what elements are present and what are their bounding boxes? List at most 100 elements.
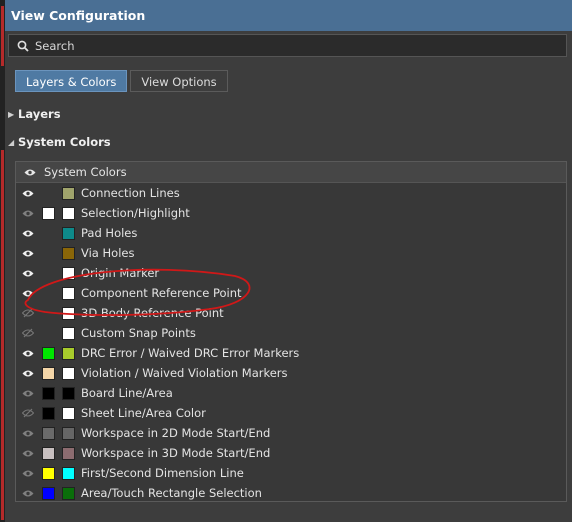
eye-icon[interactable] xyxy=(16,229,40,238)
system-colors-table: System Colors Connection Lines Selection/… xyxy=(15,161,567,502)
left-edge-red-strip xyxy=(1,6,4,66)
panel-footer xyxy=(5,502,572,522)
eye-icon[interactable] xyxy=(16,249,40,258)
color-swatch-secondary[interactable] xyxy=(62,306,75,320)
color-swatch-primary[interactable] xyxy=(42,346,55,360)
table-row[interactable]: Workspace in 3D Mode Start/End xyxy=(16,443,566,463)
row-label: Workspace in 2D Mode Start/End xyxy=(81,426,271,440)
table-row[interactable]: Workspace in 2D Mode Start/End xyxy=(16,423,566,443)
row-label: DRC Error / Waived DRC Error Markers xyxy=(81,346,300,360)
row-label: Connection Lines xyxy=(81,186,180,200)
color-swatch-secondary[interactable] xyxy=(62,206,75,220)
color-swatch-secondary[interactable] xyxy=(62,266,75,280)
section-system-colors-label: System Colors xyxy=(18,135,111,149)
chevron-down-icon: ◢ xyxy=(8,137,15,147)
panel-title: View Configuration xyxy=(11,8,146,23)
color-swatch-primary[interactable] xyxy=(42,206,55,220)
color-swatch-secondary[interactable] xyxy=(62,426,75,440)
color-swatch-secondary[interactable] xyxy=(62,386,75,400)
eye-icon[interactable] xyxy=(16,349,40,358)
eye-icon[interactable] xyxy=(16,449,40,458)
row-label: Component Reference Point xyxy=(81,286,242,300)
row-label: Area/Touch Rectangle Selection xyxy=(81,486,262,500)
table-header-label: System Colors xyxy=(44,165,127,179)
tab-view-options[interactable]: View Options xyxy=(130,70,228,92)
row-label: Selection/Highlight xyxy=(81,206,190,220)
color-swatch-primary[interactable] xyxy=(42,446,55,460)
color-swatch-primary xyxy=(42,247,55,260)
row-label: Origin Marker xyxy=(81,266,160,280)
eye-icon[interactable] xyxy=(16,168,44,177)
table-row[interactable]: DRC Error / Waived DRC Error Markers xyxy=(16,343,566,363)
color-swatch-secondary[interactable] xyxy=(62,286,75,300)
color-swatch-secondary[interactable] xyxy=(62,346,75,360)
table-row[interactable]: Connection Lines xyxy=(16,183,566,203)
eye-icon[interactable] xyxy=(16,189,40,198)
table-row[interactable]: Custom Snap Points xyxy=(16,323,566,343)
color-swatch-secondary[interactable] xyxy=(62,466,75,480)
section-system-colors[interactable]: ◢ System Colors xyxy=(8,135,111,149)
table-row[interactable]: Area/Touch Rectangle Selection xyxy=(16,483,566,503)
table-row[interactable]: Pad Holes xyxy=(16,223,566,243)
table-row[interactable]: 3D Body Reference Point xyxy=(16,303,566,323)
color-swatch-primary[interactable] xyxy=(42,386,55,400)
color-swatch-primary[interactable] xyxy=(42,406,55,420)
row-label: Sheet Line/Area Color xyxy=(81,406,206,420)
color-swatch-secondary[interactable] xyxy=(62,446,75,460)
row-label: Custom Snap Points xyxy=(81,326,196,340)
color-swatch-secondary[interactable] xyxy=(62,186,75,200)
color-swatch-secondary[interactable] xyxy=(62,406,75,420)
search-input[interactable] xyxy=(35,38,566,53)
color-swatch-secondary[interactable] xyxy=(62,246,75,260)
eye-icon[interactable] xyxy=(16,289,40,298)
row-label: 3D Body Reference Point xyxy=(81,306,224,320)
color-swatch-primary xyxy=(42,287,55,300)
color-swatch-primary xyxy=(42,267,55,280)
table-row[interactable]: Board Line/Area xyxy=(16,383,566,403)
color-swatch-primary xyxy=(42,327,55,340)
table-row[interactable]: Origin Marker xyxy=(16,263,566,283)
color-swatch-primary xyxy=(42,307,55,320)
table-row[interactable]: Violation / Waived Violation Markers xyxy=(16,363,566,383)
tab-layers-and-colors[interactable]: Layers & Colors xyxy=(15,70,128,92)
eye-hidden-icon[interactable] xyxy=(16,408,40,418)
color-swatch-primary[interactable] xyxy=(42,486,55,500)
color-swatch-primary[interactable] xyxy=(42,426,55,440)
color-swatch-primary[interactable] xyxy=(42,366,55,380)
tab-bar: Layers & Colors View Options xyxy=(15,70,231,92)
chevron-right-icon: ▶ xyxy=(8,109,15,119)
eye-hidden-icon[interactable] xyxy=(16,328,40,338)
eye-icon[interactable] xyxy=(16,269,40,278)
table-rows: Connection Lines Selection/Highlight Pad H… xyxy=(16,183,566,503)
color-swatch-primary xyxy=(42,227,55,240)
search-icon xyxy=(17,40,29,52)
color-swatch-secondary[interactable] xyxy=(62,226,75,240)
eye-icon[interactable] xyxy=(16,429,40,438)
table-row[interactable]: Sheet Line/Area Color xyxy=(16,403,566,423)
color-swatch-primary xyxy=(42,187,55,200)
row-label: Workspace in 3D Mode Start/End xyxy=(81,446,271,460)
eye-icon[interactable] xyxy=(16,369,40,378)
color-swatch-secondary[interactable] xyxy=(62,486,75,500)
row-label: Pad Holes xyxy=(81,226,138,240)
search-box[interactable] xyxy=(8,34,567,57)
eye-icon[interactable] xyxy=(16,489,40,498)
panel-titlebar[interactable]: View Configuration xyxy=(5,0,572,31)
row-label: Violation / Waived Violation Markers xyxy=(81,366,288,380)
color-swatch-secondary[interactable] xyxy=(62,366,75,380)
left-edge-red-strip-lower xyxy=(1,150,4,520)
eye-icon[interactable] xyxy=(16,209,40,218)
row-label: Via Holes xyxy=(81,246,135,260)
row-label: First/Second Dimension Line xyxy=(81,466,244,480)
table-row[interactable]: First/Second Dimension Line xyxy=(16,463,566,483)
table-row[interactable]: Via Holes xyxy=(16,243,566,263)
eye-hidden-icon[interactable] xyxy=(16,308,40,318)
eye-icon[interactable] xyxy=(16,469,40,478)
section-layers[interactable]: ▶ Layers xyxy=(8,107,61,121)
table-row[interactable]: Selection/Highlight xyxy=(16,203,566,223)
color-swatch-secondary[interactable] xyxy=(62,326,75,340)
table-row[interactable]: Component Reference Point xyxy=(16,283,566,303)
eye-icon[interactable] xyxy=(16,389,40,398)
row-label: Board Line/Area xyxy=(81,386,173,400)
color-swatch-primary[interactable] xyxy=(42,466,55,480)
